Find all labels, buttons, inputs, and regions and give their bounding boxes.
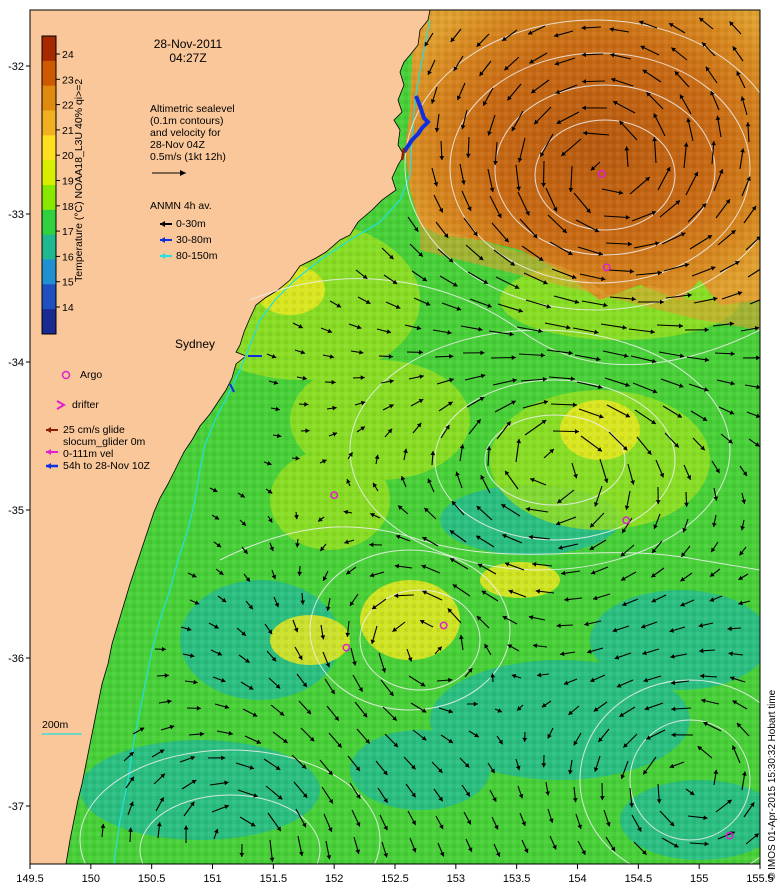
glider-legend-line-4: 54h to 28-Nov 10Z bbox=[63, 460, 151, 472]
anmn-label-2: 30-80m bbox=[176, 234, 212, 246]
x-axis-tick-label: 151.5 bbox=[260, 873, 288, 885]
y-axis-tick-label: -33 bbox=[8, 209, 24, 221]
x-axis-tick-label: 153.5 bbox=[503, 873, 531, 885]
anmn-label-1: 0-30m bbox=[176, 218, 206, 230]
sealevel-line-4: 28-Nov 04Z bbox=[150, 139, 205, 151]
x-axis-tick-label: 155 bbox=[690, 873, 708, 885]
map-area bbox=[30, 10, 780, 890]
sealevel-line-3: and velocity for bbox=[150, 127, 221, 139]
colorbar-swatch bbox=[42, 210, 56, 235]
colorbar-swatch bbox=[42, 36, 56, 61]
x-axis-tick-label: 150 bbox=[82, 873, 100, 885]
glider-legend-line-1: 25 cm/s glide bbox=[63, 424, 125, 436]
colorbar-swatch bbox=[42, 185, 56, 210]
credit-text: © IMOS 01-Apr-2015 15:30:32 Hobart time bbox=[767, 689, 778, 880]
colorbar-tick-label: 14 bbox=[62, 302, 74, 314]
isobath-legend-label: 200m bbox=[42, 719, 69, 731]
colorbar-swatch bbox=[42, 160, 56, 185]
velocity-arrow-head bbox=[760, 267, 765, 271]
y-axis-tick-label: -37 bbox=[8, 801, 24, 813]
y-axis-tick-label: -35 bbox=[8, 505, 24, 517]
x-axis: 149.5 150 150.5 151 151.5 152 152.5 153 153.5 154… bbox=[16, 864, 774, 885]
colorbar-swatch bbox=[42, 309, 56, 334]
velocity-arrow-head bbox=[763, 296, 768, 300]
colorbar-label: Temperature (°C) NOAA18_L3U 40% qi>=2 bbox=[73, 79, 85, 282]
colorbar-swatch bbox=[42, 111, 56, 136]
x-axis-tick-label: 149.5 bbox=[16, 873, 44, 885]
colorbar-tick-label: 24 bbox=[62, 49, 74, 61]
drifter-legend-label: drifter bbox=[72, 399, 99, 411]
x-axis-tick-label: 150.5 bbox=[138, 873, 166, 885]
y-axis-tick-label: -32 bbox=[8, 61, 24, 73]
anmn-label-3: 80-150m bbox=[176, 250, 218, 262]
colorbar-swatch bbox=[42, 235, 56, 260]
argo-legend-label: Argo bbox=[80, 369, 102, 381]
sealevel-line-1: Altimetric sealevel bbox=[150, 103, 235, 115]
x-axis-tick-label: 154 bbox=[568, 873, 586, 885]
colorbar-swatches bbox=[42, 36, 56, 335]
sealevel-line-5: 0.5m/s (1kt 12h) bbox=[150, 151, 226, 163]
colorbar-swatch bbox=[42, 284, 56, 309]
sst-map-figure: 2423222120191817161514 Temperature (°C) … bbox=[0, 0, 780, 890]
sydney-label: Sydney bbox=[175, 337, 215, 351]
header-date: 28-Nov-2011 bbox=[154, 37, 223, 51]
x-axis-tick-label: 154.5 bbox=[625, 873, 653, 885]
y-axis: -32 -33 -34 -35 -36 -37 bbox=[8, 61, 30, 813]
x-axis-tick-label: 152 bbox=[325, 873, 343, 885]
x-axis-tick-label: 151 bbox=[203, 873, 221, 885]
y-axis-tick-label: -34 bbox=[8, 357, 24, 369]
colorbar-swatch bbox=[42, 260, 56, 285]
glider-legend-line-3: 0-111m vel bbox=[63, 448, 113, 460]
colorbar-swatch bbox=[42, 135, 56, 160]
x-axis-tick-label: 153 bbox=[447, 873, 465, 885]
y-axis-tick-label: -36 bbox=[8, 653, 24, 665]
sealevel-line-2: (0.1m contours) bbox=[150, 115, 224, 127]
anmn-title: ANMN 4h av. bbox=[150, 200, 212, 212]
x-axis-tick-label: 152.5 bbox=[381, 873, 409, 885]
colorbar-swatch bbox=[42, 86, 56, 111]
colorbar-swatch bbox=[42, 61, 56, 86]
header-time: 04:27Z bbox=[169, 51, 206, 65]
glider-legend-line-2: slocum_glider 0m bbox=[63, 436, 146, 448]
